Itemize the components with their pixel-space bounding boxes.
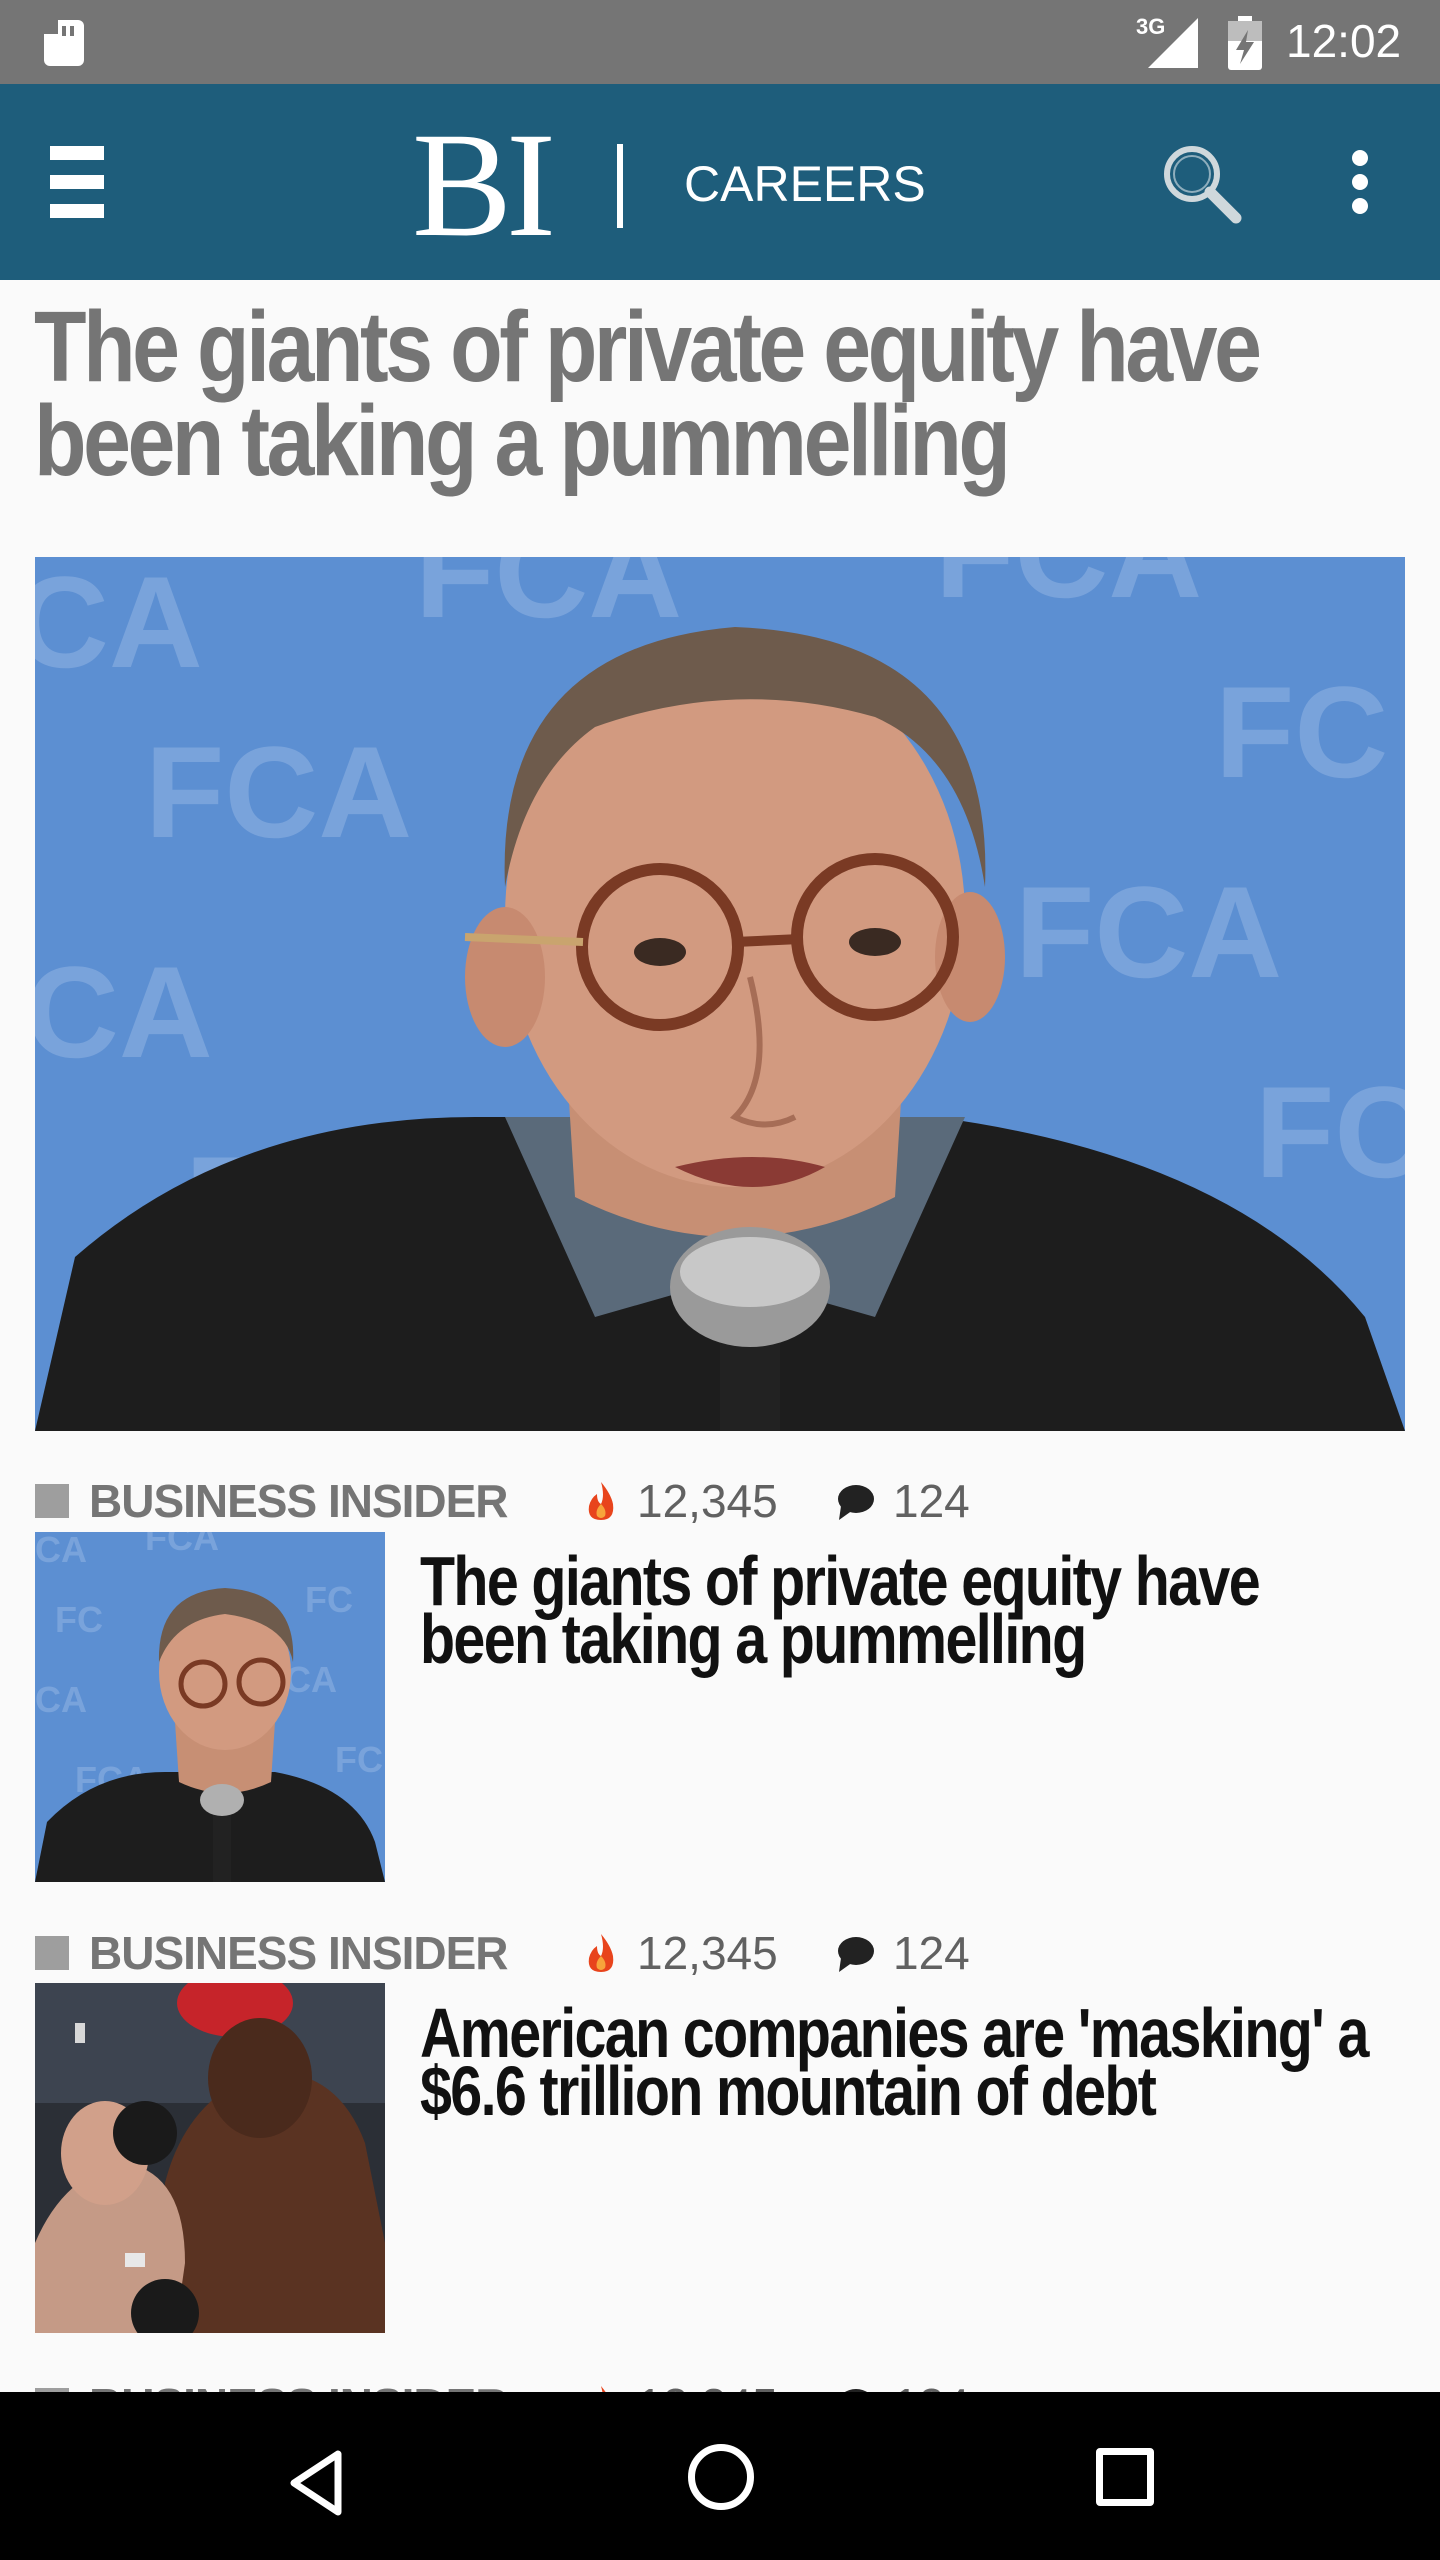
views-count: 12,345 [637, 1475, 778, 1527]
list-item-meta: BUSINESS INSIDER 12,345 124 [35, 1920, 1415, 1980]
flame-icon [588, 1934, 614, 1972]
svg-text:FC: FC [55, 1599, 103, 1640]
more-options-icon[interactable] [1352, 150, 1368, 214]
source-square-icon [35, 1936, 69, 1970]
comment-icon [838, 1485, 874, 1520]
svg-text:CA: CA [285, 1659, 337, 1700]
svg-text:FCA: FCA [935, 557, 1202, 625]
app-toolbar: BI CAREERS [0, 84, 1440, 280]
comments-count: 124 [893, 1927, 970, 1979]
sd-card-icon [44, 20, 84, 66]
back-icon[interactable] [286, 2448, 346, 2518]
cell-signal-icon [1148, 18, 1198, 68]
section-title: CAREERS [684, 156, 926, 212]
comment-icon [838, 1937, 874, 1972]
flame-icon [588, 1482, 614, 1520]
views-count: 12,345 [637, 1927, 778, 1979]
svg-text:FCA: FCA [145, 1532, 219, 1558]
hero-headline[interactable]: The giants of private equity have been t… [34, 297, 1410, 491]
source-square-icon [35, 1484, 69, 1518]
status-bar: 3G 12:02 [0, 0, 1440, 84]
system-nav-bar [0, 2392, 1440, 2560]
logo-divider [617, 144, 623, 228]
comments-count: 124 [893, 1475, 970, 1527]
battery-charging-icon [1228, 16, 1262, 70]
article-title[interactable]: American companies are 'masking' a $6.6 … [420, 1998, 1371, 2126]
svg-text:FC: FC [1215, 659, 1388, 805]
svg-text:FCA: FCA [1015, 859, 1282, 1005]
search-icon[interactable] [1160, 142, 1242, 224]
bi-logo[interactable]: BI [412, 110, 556, 260]
svg-text:CA: CA [35, 939, 213, 1085]
svg-text:CA: CA [35, 557, 203, 695]
hero-image[interactable]: CA FCA FCA FCA FC CA FCA FC FCA [35, 557, 1405, 1431]
source-label[interactable]: BUSINESS INSIDER [89, 1926, 509, 1980]
article-thumbnail[interactable] [35, 1983, 385, 2333]
svg-text:FC: FC [1255, 1059, 1405, 1205]
hamburger-menu-icon[interactable] [50, 146, 104, 218]
svg-text:FCA: FCA [145, 719, 412, 865]
recent-apps-icon[interactable] [1096, 2448, 1154, 2506]
list-item-meta: BUSINESS INSIDER 12,345 124 [35, 1468, 1415, 1528]
clock: 12:02 [1286, 15, 1402, 67]
svg-text:FC: FC [335, 1739, 383, 1780]
home-icon[interactable] [688, 2444, 754, 2510]
svg-text:FCA: FCA [415, 557, 682, 645]
article-thumbnail[interactable]: CA FCA FC FC CACA FCFCA [35, 1532, 385, 1882]
source-label[interactable]: BUSINESS INSIDER [89, 1474, 509, 1528]
article-title[interactable]: The giants of private equity have been t… [420, 1546, 1371, 1674]
svg-text:FC: FC [305, 1579, 353, 1620]
svg-text:CA: CA [35, 1532, 87, 1570]
svg-text:CA: CA [35, 1679, 87, 1720]
